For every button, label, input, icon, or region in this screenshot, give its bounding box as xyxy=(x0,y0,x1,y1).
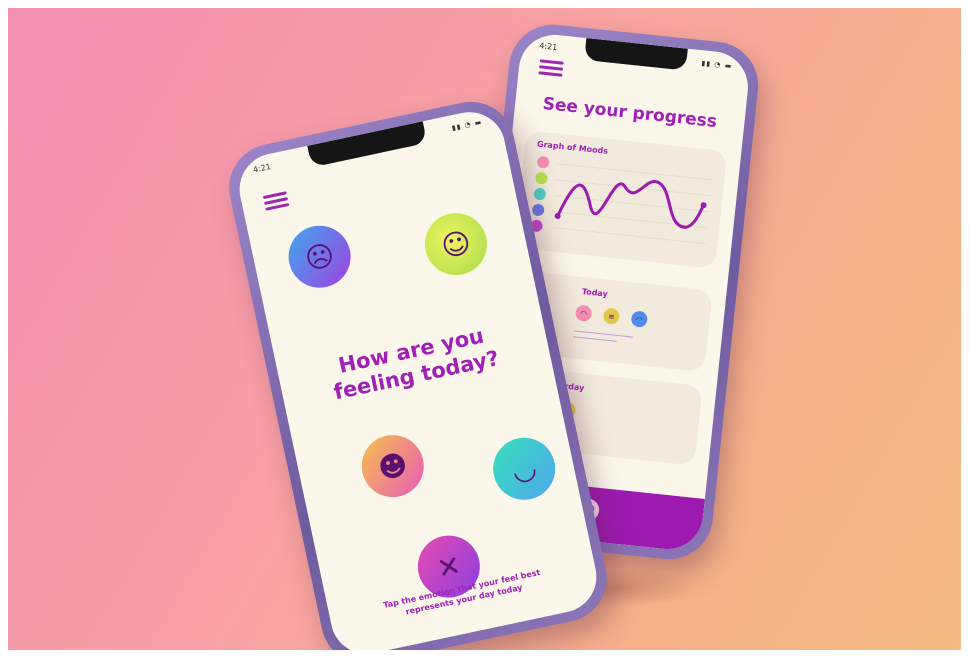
notch xyxy=(584,38,688,71)
background: 4:21 ▮▮ ◔ ▬ See your progress Graph of M… xyxy=(8,8,961,650)
mood-graph xyxy=(530,156,713,245)
mood-question: How are you feeling today? xyxy=(331,323,502,405)
status-icons: ▮▮ ◔ ▬ xyxy=(701,59,733,71)
legend-face xyxy=(535,172,548,185)
today-label: Today xyxy=(581,286,609,299)
mood-graph-card[interactable]: Graph of Moods xyxy=(514,130,728,269)
status-time: 4:21 xyxy=(252,161,272,175)
note-line xyxy=(573,336,617,342)
legend-face xyxy=(533,188,546,201)
notch xyxy=(306,121,428,168)
mood-icon: ≡ xyxy=(602,307,621,325)
happy-face-icon[interactable]: ☺ xyxy=(419,207,493,281)
tired-face-icon[interactable]: ◡ xyxy=(487,432,561,506)
sad-face-icon[interactable]: ☹ xyxy=(282,219,357,294)
legend-face xyxy=(532,203,545,216)
status-icons: ▮▮ ◔ ▬ xyxy=(451,118,483,133)
laughing-face-icon[interactable]: ☻ xyxy=(355,429,430,503)
mood-icon: ◠ xyxy=(630,310,649,328)
page-title: See your progress xyxy=(541,93,718,133)
status-time: 4:21 xyxy=(538,41,558,53)
mood-line xyxy=(556,180,705,229)
mood-icon: ◠ xyxy=(574,304,593,323)
menu-icon[interactable] xyxy=(262,191,290,212)
legend-face xyxy=(537,156,550,169)
menu-icon[interactable] xyxy=(538,59,564,77)
